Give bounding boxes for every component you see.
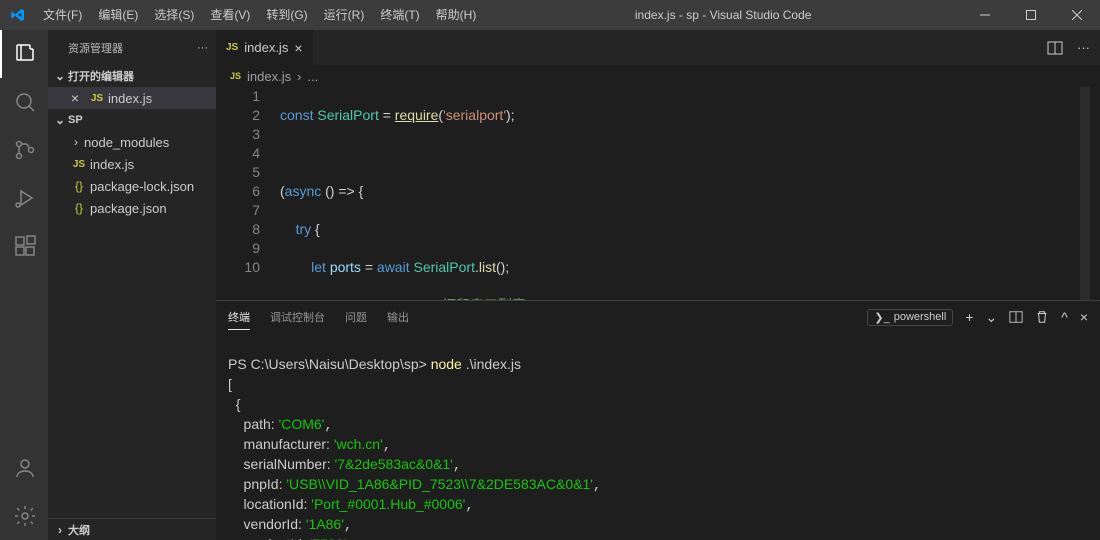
file-package-json[interactable]: {} package.json <box>48 197 216 219</box>
split-editor-icon[interactable] <box>1047 40 1063 56</box>
search-icon[interactable] <box>0 78 48 126</box>
panel-tab-problems[interactable]: 问题 <box>345 305 367 329</box>
panel-tab-debug[interactable]: 调试控制台 <box>270 305 325 329</box>
titlebar: 文件(F) 编辑(E) 选择(S) 查看(V) 转到(G) 运行(R) 终端(T… <box>0 0 1100 30</box>
terminal-dropdown-icon[interactable]: ⌄ <box>986 309 998 326</box>
terminal-shell-selector[interactable]: ❯_powershell <box>867 309 953 326</box>
sidebar: 资源管理器 ··· ⌄打开的编辑器 × JS index.js ⌄SP › no… <box>48 30 216 540</box>
js-file-icon: JS <box>226 42 238 53</box>
menu-edit[interactable]: 编辑(E) <box>90 0 146 30</box>
window-title: index.js - sp - Visual Studio Code <box>484 8 962 22</box>
js-file-icon: JS <box>68 159 90 170</box>
json-file-icon: {} <box>68 179 90 193</box>
explorer-tree: ⌄打开的编辑器 × JS index.js ⌄SP › node_modules… <box>48 65 216 518</box>
open-editor-item[interactable]: × JS index.js <box>48 87 216 109</box>
file-index-js[interactable]: JS index.js <box>48 153 216 175</box>
run-debug-icon[interactable] <box>0 174 48 222</box>
code-content[interactable]: const SerialPort = require('serialport')… <box>280 87 1100 300</box>
menu-select[interactable]: 选择(S) <box>146 0 202 30</box>
explorer-icon[interactable] <box>0 30 48 78</box>
workspace-section[interactable]: ⌄SP <box>48 109 216 131</box>
chevron-down-icon: ⌄ <box>52 113 68 127</box>
tab-index-js[interactable]: JS index.js × <box>216 30 314 65</box>
close-button[interactable] <box>1054 0 1100 30</box>
folder-node-modules[interactable]: › node_modules <box>48 131 216 153</box>
chevron-right-icon: › <box>68 135 84 149</box>
panel-tab-output[interactable]: 输出 <box>387 305 409 329</box>
file-label: index.js <box>108 91 152 106</box>
editor-area: JS index.js × ··· JS index.js › ... 1234… <box>216 30 1100 540</box>
chevron-down-icon: ⌄ <box>52 69 68 83</box>
panel-tabs: 终端 调试控制台 问题 输出 ❯_powershell + ⌄ ^ × <box>216 301 1100 333</box>
sidebar-title: 资源管理器 <box>68 40 197 56</box>
more-actions-icon[interactable]: ··· <box>1077 40 1090 55</box>
settings-gear-icon[interactable] <box>0 492 48 540</box>
split-terminal-icon[interactable] <box>1009 310 1023 324</box>
panel-actions: ❯_powershell + ⌄ ^ × <box>867 309 1088 326</box>
close-icon[interactable]: × <box>64 90 86 106</box>
folder-label: node_modules <box>84 135 169 150</box>
panel: 终端 调试控制台 问题 输出 ❯_powershell + ⌄ ^ × PS C… <box>216 300 1100 540</box>
close-panel-icon[interactable]: × <box>1080 309 1088 325</box>
file-label: package-lock.json <box>90 179 194 194</box>
menu-goto[interactable]: 转到(G) <box>258 0 315 30</box>
vscode-logo <box>0 7 35 23</box>
sidebar-header: 资源管理器 ··· <box>48 30 216 65</box>
file-label: index.js <box>90 157 134 172</box>
js-file-icon: JS <box>230 71 241 81</box>
maximize-button[interactable] <box>1008 0 1054 30</box>
json-file-icon: {} <box>68 201 90 215</box>
panel-tab-terminal[interactable]: 终端 <box>228 305 250 330</box>
minimize-button[interactable] <box>962 0 1008 30</box>
minimap[interactable] <box>1080 87 1090 300</box>
sidebar-more-icon[interactable]: ··· <box>197 42 208 54</box>
activity-bar <box>0 30 48 540</box>
editor-actions: ··· <box>1037 30 1100 65</box>
terminal-content[interactable]: PS C:\Users\Naisu\Desktop\sp> node .\ind… <box>216 333 1100 540</box>
breadcrumb-sep: › <box>297 69 301 84</box>
breadcrumb[interactable]: JS index.js › ... <box>216 65 1100 87</box>
window-controls <box>962 0 1100 30</box>
editor-tabs: JS index.js × ··· <box>216 30 1100 65</box>
code-editor[interactable]: 12345678910 const SerialPort = require('… <box>216 87 1100 300</box>
outline-section[interactable]: ›大纲 <box>48 518 216 540</box>
new-terminal-icon[interactable]: + <box>965 309 973 325</box>
file-label: package.json <box>90 201 167 216</box>
source-control-icon[interactable] <box>0 126 48 174</box>
account-icon[interactable] <box>0 444 48 492</box>
tab-close-icon[interactable]: × <box>294 40 302 56</box>
menu-file[interactable]: 文件(F) <box>35 0 90 30</box>
line-numbers: 12345678910 <box>216 87 280 300</box>
breadcrumb-more: ... <box>307 69 318 84</box>
file-package-lock[interactable]: {} package-lock.json <box>48 175 216 197</box>
menu-run[interactable]: 运行(R) <box>316 0 373 30</box>
maximize-panel-icon[interactable]: ^ <box>1061 309 1068 325</box>
kill-terminal-icon[interactable] <box>1035 310 1049 324</box>
breadcrumb-file: index.js <box>247 69 291 84</box>
js-file-icon: JS <box>86 93 108 104</box>
chevron-right-icon: › <box>52 523 68 537</box>
extensions-icon[interactable] <box>0 222 48 270</box>
terminal-icon: ❯_ <box>874 311 889 324</box>
menu-help[interactable]: 帮助(H) <box>428 0 485 30</box>
tab-label: index.js <box>244 40 288 55</box>
open-editors-section[interactable]: ⌄打开的编辑器 <box>48 65 216 87</box>
menu-terminal-top[interactable]: 终端(T) <box>372 0 427 30</box>
menu-view[interactable]: 查看(V) <box>202 0 258 30</box>
menubar: 文件(F) 编辑(E) 选择(S) 查看(V) 转到(G) 运行(R) 终端(T… <box>35 0 484 30</box>
